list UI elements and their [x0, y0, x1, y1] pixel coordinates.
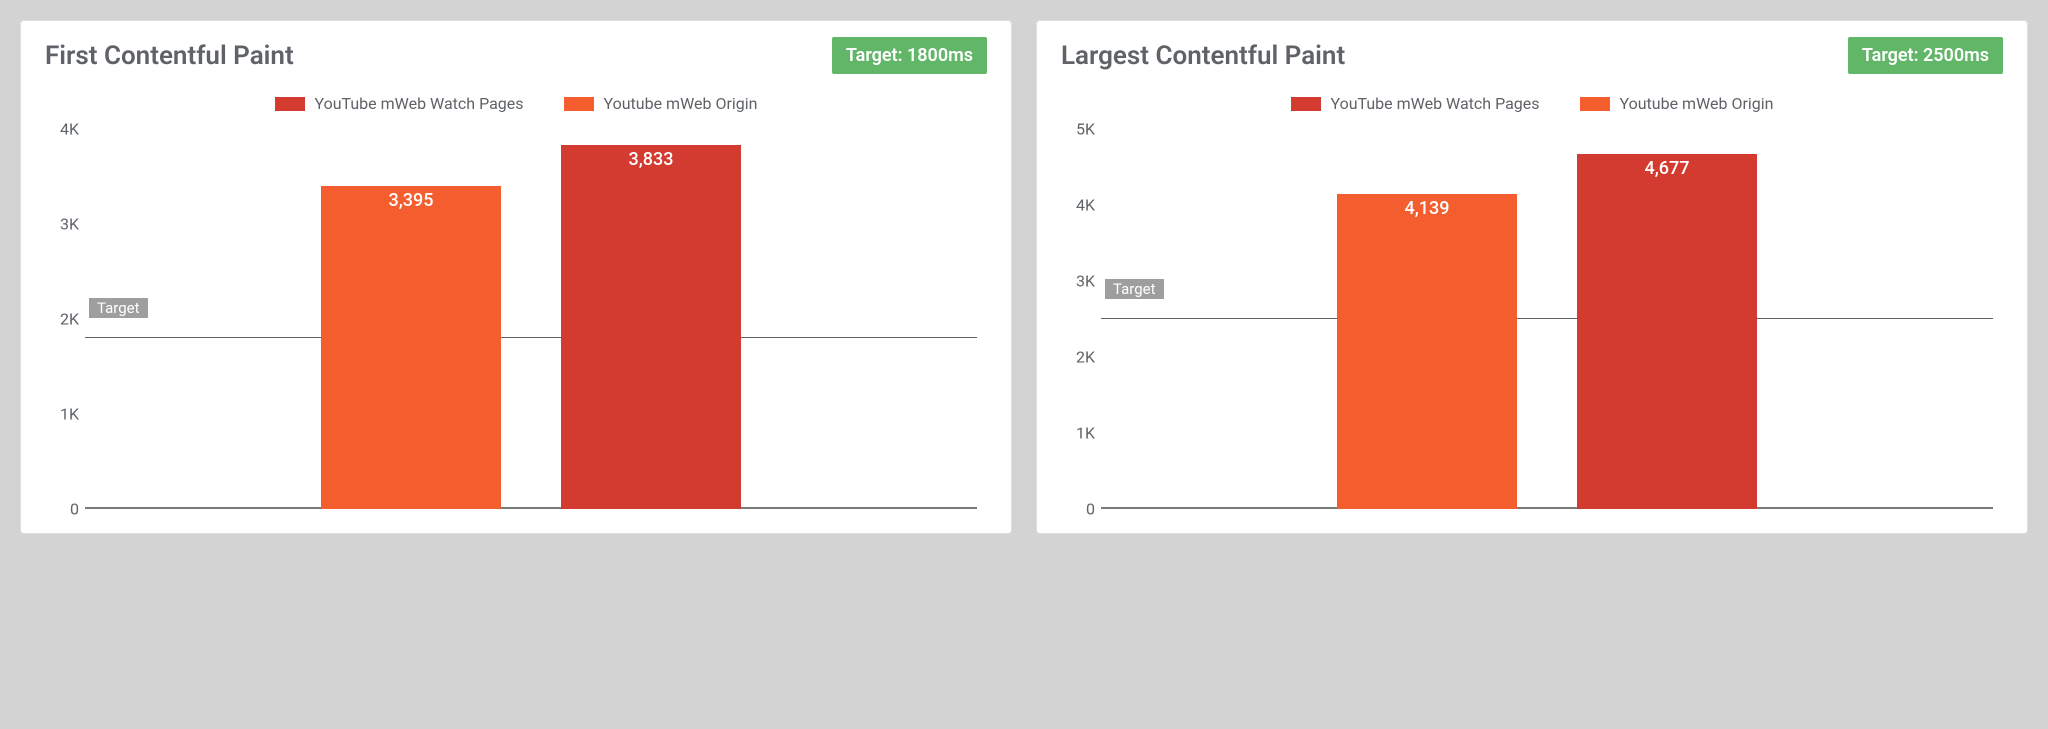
plot-area: 01K2K3K4KTarget3,3953,833 — [85, 129, 977, 509]
legend-item: YouTube mWeb Watch Pages — [275, 94, 524, 113]
bar: 3,833 — [561, 145, 741, 509]
card-header: Largest Contentful Paint Target: 2500ms — [1061, 37, 2003, 74]
legend-swatch-icon — [275, 97, 305, 111]
chart-title: First Contentful Paint — [45, 41, 294, 71]
bars-container: 4,139 4,677 — [1101, 129, 1993, 509]
chart-card-lcp: Largest Contentful Paint Target: 2500ms … — [1036, 20, 2028, 534]
legend-label: YouTube mWeb Watch Pages — [315, 94, 524, 113]
bar-value-label: 3,833 — [561, 149, 741, 170]
legend-item: Youtube mWeb Origin — [564, 94, 758, 113]
legend: YouTube mWeb Watch Pages Youtube mWeb Or… — [1061, 94, 2003, 113]
chart-title: Largest Contentful Paint — [1061, 41, 1345, 71]
bar: 4,139 — [1337, 194, 1517, 509]
y-tick-label: 5K — [1061, 120, 1095, 139]
y-tick-label: 3K — [45, 215, 79, 234]
bar-value-label: 4,677 — [1577, 158, 1757, 179]
target-badge: Target: 1800ms — [832, 37, 987, 74]
y-tick-label: 2K — [45, 310, 79, 329]
card-header: First Contentful Paint Target: 1800ms — [45, 37, 987, 74]
legend-label: Youtube mWeb Origin — [1620, 94, 1774, 113]
legend-swatch-icon — [1580, 97, 1610, 111]
y-tick-label: 4K — [1061, 196, 1095, 215]
legend: YouTube mWeb Watch Pages Youtube mWeb Or… — [45, 94, 987, 113]
legend-swatch-icon — [1291, 97, 1321, 111]
legend-label: YouTube mWeb Watch Pages — [1331, 94, 1540, 113]
target-badge: Target: 2500ms — [1848, 37, 2003, 74]
plot-area: 01K2K3K4K5KTarget4,1394,677 — [1101, 129, 1993, 509]
y-tick-label: 4K — [45, 120, 79, 139]
bar-value-label: 3,395 — [321, 190, 501, 211]
y-tick-label: 3K — [1061, 272, 1095, 291]
legend-swatch-icon — [564, 97, 594, 111]
y-tick-label: 1K — [1061, 424, 1095, 443]
bar: 4,677 — [1577, 154, 1757, 509]
bars-container: 3,395 3,833 — [85, 129, 977, 509]
y-tick-label: 1K — [45, 405, 79, 424]
y-tick-label: 2K — [1061, 348, 1095, 367]
legend-label: Youtube mWeb Origin — [604, 94, 758, 113]
bar-value-label: 4,139 — [1337, 198, 1517, 219]
y-tick-label: 0 — [45, 500, 79, 519]
y-tick-label: 0 — [1061, 500, 1095, 519]
legend-item: Youtube mWeb Origin — [1580, 94, 1774, 113]
bar: 3,395 — [321, 186, 501, 509]
chart-card-fcp: First Contentful Paint Target: 1800ms Yo… — [20, 20, 1012, 534]
legend-item: YouTube mWeb Watch Pages — [1291, 94, 1540, 113]
